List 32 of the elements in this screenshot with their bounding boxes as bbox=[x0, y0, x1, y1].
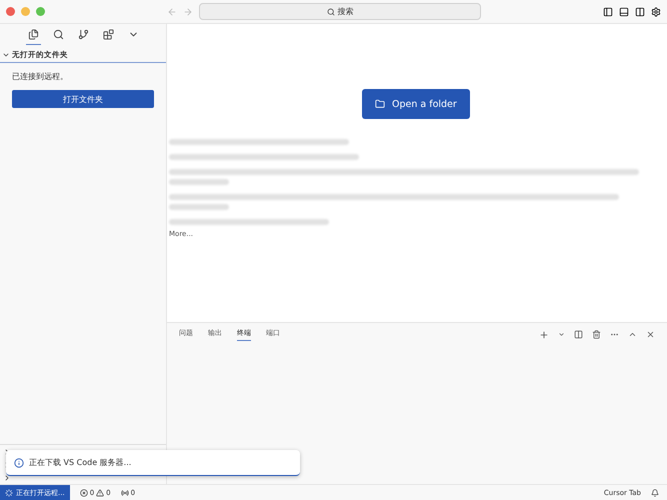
chevron-up-icon[interactable] bbox=[628, 330, 637, 339]
chevron-down-icon[interactable] bbox=[558, 331, 565, 338]
plus-icon[interactable] bbox=[539, 330, 549, 340]
split-layout-icon[interactable] bbox=[635, 6, 645, 16]
zoom-dot[interactable] bbox=[36, 7, 45, 16]
connected-message: 已连接到远程。 bbox=[12, 71, 69, 82]
close-dot[interactable] bbox=[6, 7, 15, 16]
command-search-field[interactable]: 搜索 bbox=[199, 3, 481, 20]
settings-icon[interactable] bbox=[651, 6, 661, 16]
extensions-icon bbox=[102, 29, 114, 40]
activity-tab[interactable] bbox=[26, 29, 40, 45]
files-icon bbox=[28, 29, 38, 40]
sidebar-toggle-icon[interactable] bbox=[603, 6, 613, 16]
folder-icon bbox=[375, 99, 385, 109]
open-folder-button[interactable]: 打开文件夹 bbox=[12, 90, 154, 108]
close-icon[interactable] bbox=[646, 330, 655, 339]
error-icon bbox=[80, 488, 88, 496]
bell-icon[interactable] bbox=[651, 488, 659, 496]
trash-icon[interactable] bbox=[592, 330, 601, 339]
open-folder-button[interactable]: Open a folder bbox=[362, 89, 470, 119]
chevron-down-icon[interactable] bbox=[2, 51, 10, 59]
spinner-icon bbox=[5, 488, 13, 496]
branch-icon bbox=[78, 29, 88, 40]
info-icon bbox=[14, 458, 24, 468]
panel-toggle-icon[interactable] bbox=[619, 6, 629, 16]
ports-icon bbox=[120, 488, 129, 496]
warning-icon bbox=[96, 488, 104, 496]
search-icon bbox=[52, 29, 64, 40]
notification-text: 正在下载 VS Code 服务器... bbox=[29, 457, 132, 468]
minimize-dot[interactable] bbox=[21, 7, 30, 16]
search-icon bbox=[326, 8, 334, 16]
split-icon[interactable] bbox=[574, 330, 583, 339]
